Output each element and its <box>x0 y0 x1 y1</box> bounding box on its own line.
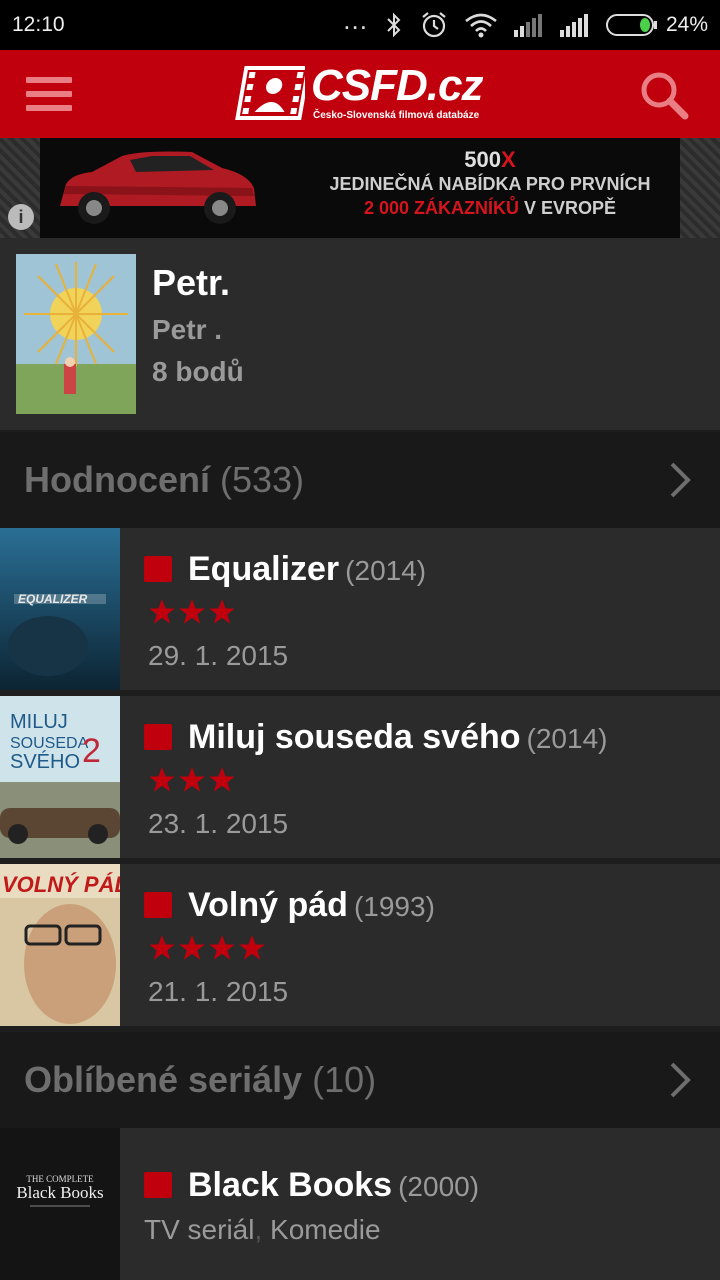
star-icon <box>179 767 205 792</box>
item-year: (1993) <box>353 891 435 922</box>
battery-percent: 24% <box>665 13 708 36</box>
ratings-section-header[interactable]: Hodnocení (533) <box>0 432 720 528</box>
star-icon <box>209 767 235 792</box>
star-rating <box>148 934 266 962</box>
section-count: (10) <box>312 1059 377 1100</box>
svg-text:Black Books: Black Books <box>16 1183 103 1202</box>
poster-image: MILUJ SOUSEDA SVÉHO 2 <box>0 696 120 858</box>
star-icon <box>149 935 175 960</box>
item-year: (2014) <box>526 723 608 754</box>
menu-button[interactable] <box>26 77 72 113</box>
star-icon <box>239 935 265 960</box>
chevron-right-icon <box>670 462 691 498</box>
menu-icon <box>26 77 72 83</box>
item-year: (2014) <box>345 555 427 586</box>
more-notifications-icon: ... <box>343 5 368 35</box>
film-logo-icon <box>235 66 305 120</box>
star-icon <box>149 599 175 624</box>
logo-text: CSFD.cz <box>311 61 483 110</box>
ad-banner[interactable]: 500X JEDINEČNÁ NABÍDKA PRO PRVNÍCH 2 000… <box>0 138 720 238</box>
battery-indicator: 24% <box>605 13 708 37</box>
svg-text:EQUALIZER: EQUALIZER <box>18 592 88 606</box>
item-year: (2000) <box>398 1171 480 1202</box>
poster-image: THE COMPLETE Black Books <box>0 1128 120 1280</box>
star-icon <box>179 599 205 624</box>
car-image <box>60 151 256 224</box>
svg-text:2: 2 <box>82 732 101 770</box>
item-title: Miluj souseda svého <box>188 718 521 756</box>
profile-name: Petr. <box>152 262 231 303</box>
rating-color-square <box>144 556 172 582</box>
item-genre: TV seriál, Komedie <box>144 1214 381 1245</box>
logo-subtitle: Česko-Slovenská filmová databáze <box>313 110 480 121</box>
ad-info-icon[interactable]: i <box>8 204 34 230</box>
search-icon[interactable] <box>638 69 690 121</box>
list-item[interactable]: MILUJ SOUSEDA SVÉHO 2 Miluj souseda svéh… <box>0 696 720 858</box>
profile-card: Petr. Petr . 8 bodů <box>0 238 720 430</box>
battery-icon <box>605 14 657 36</box>
status-icons: ... 24% <box>343 7 708 39</box>
app-header: CSFD.cz Česko-Slovenská filmová databáze <box>0 50 720 138</box>
status-time: 12:10 <box>12 13 65 36</box>
svg-text:VOLNÝ PÁD: VOLNÝ PÁD <box>2 872 120 897</box>
svg-text:SVÉHO: SVÉHO <box>10 750 80 773</box>
list-item[interactable]: EQUALIZER Equalizer (2014) 29. 1. 2015 <box>0 528 720 690</box>
star-icon <box>149 767 175 792</box>
star-rating <box>148 766 236 794</box>
profile-subname: Petr . <box>152 314 223 345</box>
series-section-header[interactable]: Oblíbené seriály (10) <box>0 1032 720 1128</box>
chevron-right-icon <box>670 1062 691 1098</box>
section-title: Hodnocení <box>24 459 210 500</box>
app-logo[interactable]: CSFD.cz Česko-Slovenská filmová databáze <box>235 61 483 126</box>
poster-image: EQUALIZER <box>0 528 120 690</box>
item-title: Black Books <box>188 1166 393 1204</box>
star-rating <box>148 598 236 626</box>
item-date: 23. 1. 2015 <box>148 808 289 839</box>
poster-image: VOLNÝ PÁD <box>0 864 120 1026</box>
list-item[interactable]: VOLNÝ PÁD Volný pád (1993) 21. 1. 2015 <box>0 864 720 1026</box>
signal-icon-1 <box>513 14 542 37</box>
item-date: 21. 1. 2015 <box>148 976 289 1007</box>
section-title: Oblíbené seriály <box>24 1059 303 1100</box>
signal-icon-2 <box>559 14 588 37</box>
bluetooth-icon <box>387 12 401 38</box>
rating-color-square <box>144 1172 172 1198</box>
list-item[interactable]: THE COMPLETE Black Books Black Books (200… <box>0 1128 720 1280</box>
profile-points: 8 bodů <box>152 356 244 387</box>
star-icon <box>209 935 235 960</box>
wifi-icon <box>465 13 497 38</box>
item-title: Volný pád <box>188 886 348 924</box>
alarm-icon <box>422 12 446 38</box>
svg-text:SOUSEDA: SOUSEDA <box>10 735 89 752</box>
section-count: (533) <box>220 459 305 500</box>
rating-color-square <box>144 892 172 918</box>
star-icon <box>179 935 205 960</box>
svg-text:MILUJ: MILUJ <box>10 711 68 733</box>
item-title: Equalizer <box>188 550 340 588</box>
rating-color-square <box>144 724 172 750</box>
item-date: 29. 1. 2015 <box>148 640 289 671</box>
star-icon <box>209 599 235 624</box>
profile-avatar <box>16 254 136 414</box>
status-bar: 12:10 ... 24% <box>0 0 720 50</box>
